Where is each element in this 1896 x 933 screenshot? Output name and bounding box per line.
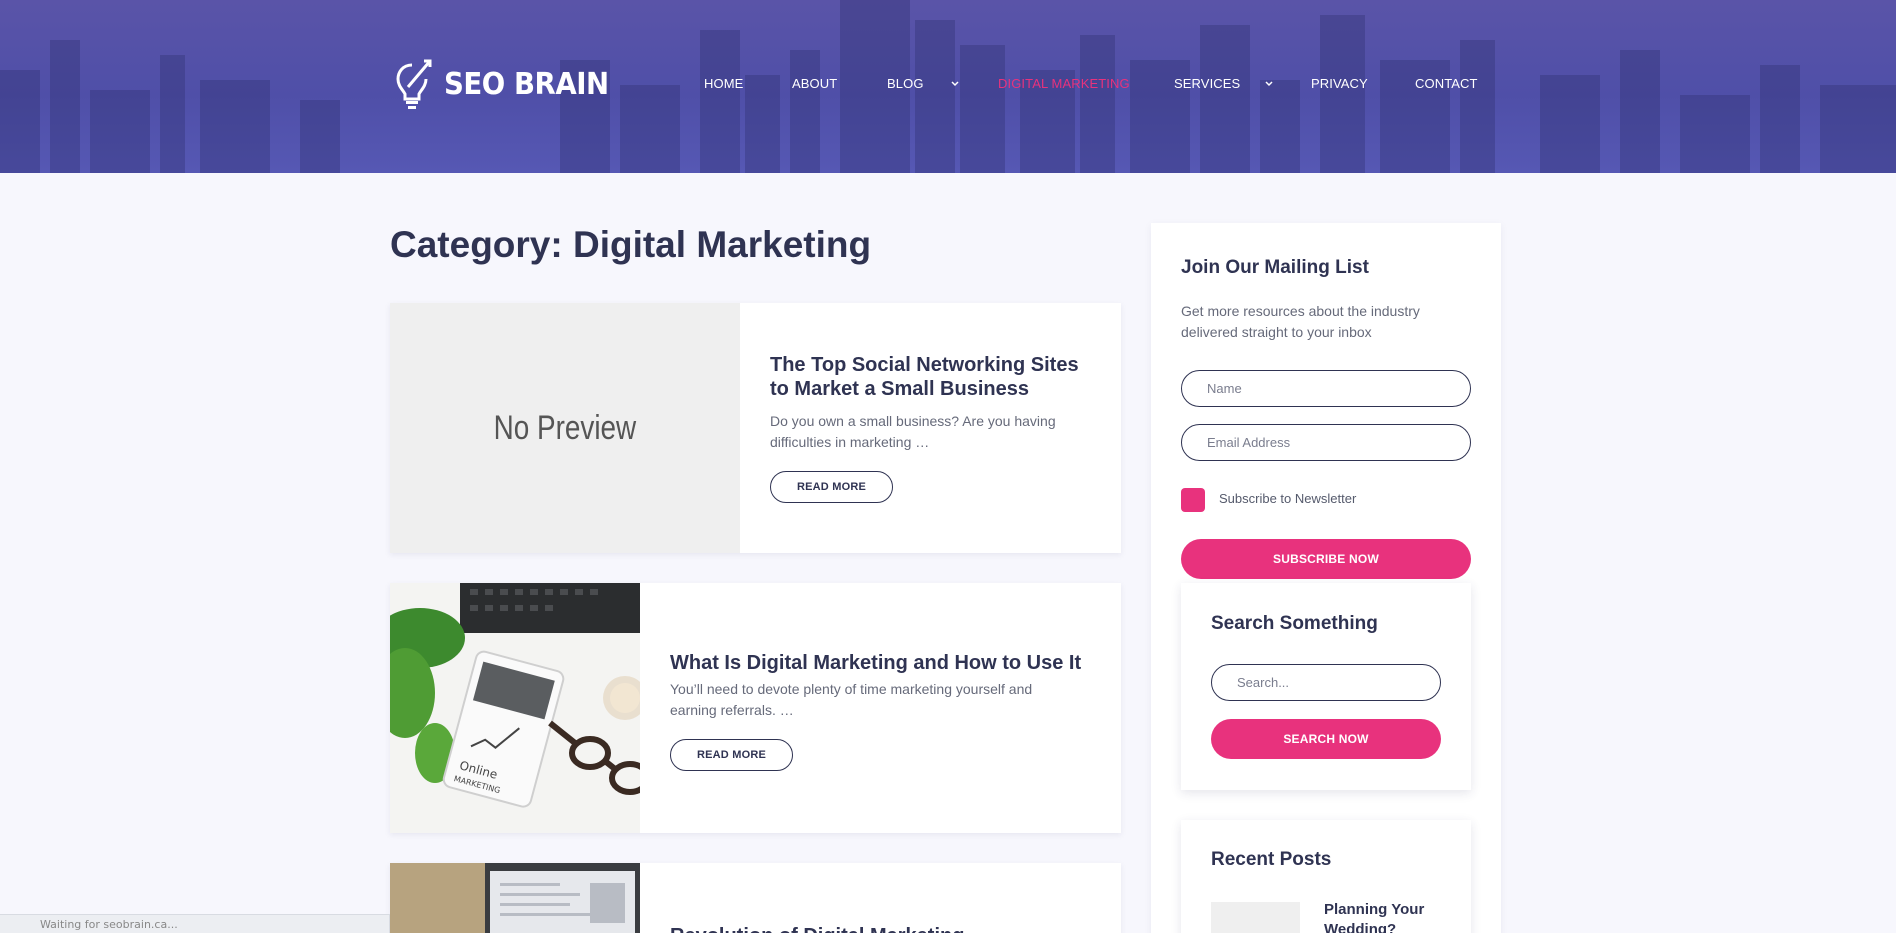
post-thumbnail[interactable]: Online MARKETING <box>390 583 640 833</box>
subscribe-button[interactable]: SUBSCRIBE NOW <box>1181 539 1471 579</box>
post-card: No Preview The Top Social Networking Sit… <box>390 303 1121 553</box>
search-button[interactable]: SEARCH NOW <box>1211 719 1441 759</box>
nav-item-services[interactable]: SERVICES <box>1174 76 1240 91</box>
post-card: Revolution of Digital Marketing <box>390 863 1121 933</box>
post-card: Online MARKETING What Is Digital Marketi… <box>390 583 1121 833</box>
lightbulb-icon <box>396 59 432 109</box>
newsletter-checkbox-label: Subscribe to Newsletter <box>1219 491 1357 506</box>
post-title[interactable]: What Is Digital Marketing and How to Use… <box>670 651 1100 675</box>
post-title[interactable]: The Top Social Networking Sites to Marke… <box>770 353 1100 401</box>
no-preview-image[interactable]: No Preview <box>390 303 740 553</box>
chevron-down-icon[interactable] <box>949 78 961 90</box>
recent-post-thumbnail[interactable] <box>1211 902 1300 933</box>
post-thumbnail[interactable] <box>390 863 640 933</box>
logo-text: SEO BRAIN <box>444 66 609 102</box>
nav-item-blog[interactable]: BLOG <box>887 76 924 91</box>
site-header: SEO BRAIN HOME ABOUT BLOG DIGITAL MARKET… <box>0 0 1896 173</box>
laptop-desk-image <box>390 863 640 933</box>
read-more-button[interactable]: READ MORE <box>670 739 793 771</box>
name-field[interactable] <box>1181 370 1471 407</box>
search-input[interactable] <box>1211 664 1441 701</box>
browser-status-bar: Waiting for seobrain.ca... <box>0 914 390 933</box>
post-excerpt: Do you own a small business? Are you hav… <box>770 413 1056 450</box>
no-preview-label: No Preview <box>493 408 637 447</box>
site-logo[interactable]: SEO BRAIN <box>394 56 623 112</box>
email-field[interactable] <box>1181 424 1471 461</box>
mailing-list-title: Join Our Mailing List <box>1181 257 1369 278</box>
nav-item-about[interactable]: ABOUT <box>792 76 837 91</box>
nav-item-contact[interactable]: CONTACT <box>1415 76 1478 91</box>
post-excerpt: You’ll need to devote plenty of time mar… <box>670 681 1033 718</box>
chevron-down-icon[interactable] <box>1263 78 1275 90</box>
nav-item-digital-marketing[interactable]: DIGITAL MARKETING <box>998 76 1130 91</box>
nav-item-privacy[interactable]: PRIVACY <box>1311 76 1368 91</box>
tablet-online-marketing-image: Online MARKETING <box>390 583 640 833</box>
nav-item-home[interactable]: HOME <box>704 76 743 91</box>
mailing-list-description: Get more resources about the industry de… <box>1181 303 1420 340</box>
city-skyline-background <box>0 0 1896 173</box>
search-widget-title: Search Something <box>1211 613 1378 634</box>
post-title[interactable]: Revolution of Digital Marketing <box>670 924 1100 933</box>
recent-post-title[interactable]: Planning Your Wedding? <box>1324 900 1454 933</box>
newsletter-checkbox[interactable] <box>1181 488 1205 512</box>
read-more-button[interactable]: READ MORE <box>770 471 893 503</box>
recent-posts-title: Recent Posts <box>1211 849 1332 870</box>
page-title: Category: Digital Marketing <box>390 224 872 265</box>
